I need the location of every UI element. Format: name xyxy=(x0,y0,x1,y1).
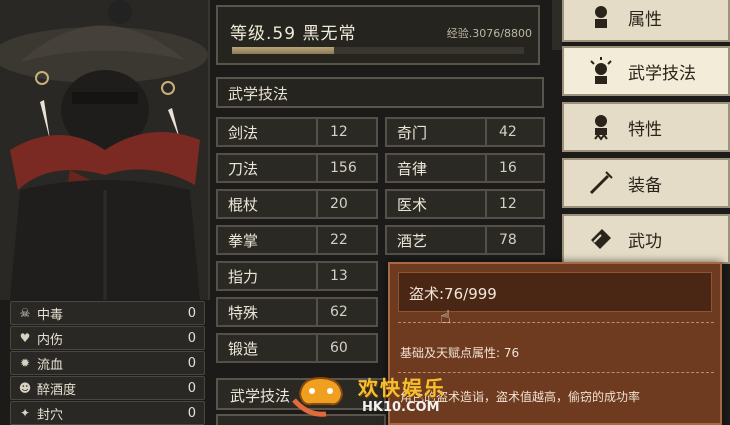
tab-label: 属性 xyxy=(628,9,662,30)
watermark-logo: 欢快娱乐 HK10.COM xyxy=(290,364,460,424)
stat-name: 音律 xyxy=(387,155,487,181)
status-label: 醉酒度 xyxy=(37,382,77,398)
status-label: 封穴 xyxy=(37,407,64,423)
stat-name: 特殊 xyxy=(218,299,318,325)
tab-label: 装备 xyxy=(628,175,662,196)
stat-fist[interactable]: 拳掌 22 xyxy=(216,225,378,255)
status-label: 流血 xyxy=(37,357,64,373)
stat-value: 78 xyxy=(499,232,517,248)
experience-bar xyxy=(232,47,524,54)
stat-value: 62 xyxy=(330,304,348,320)
status-value: 0 xyxy=(187,405,196,421)
acupoint-icon: ✦ xyxy=(19,406,31,420)
stat-name: 棍杖 xyxy=(218,191,318,217)
tab-label: 武学技法 xyxy=(628,63,696,84)
tooltip-base-attribute: 基础及天赋点属性: 76 xyxy=(400,346,520,360)
person-icon xyxy=(586,2,616,32)
stat-value: 12 xyxy=(330,124,348,140)
stat-value: 60 xyxy=(330,340,348,356)
tooltip-title: 盗术:76/999 xyxy=(398,272,712,312)
stat-name: 医术 xyxy=(387,191,487,217)
tab-traits[interactable]: 特性 xyxy=(562,102,730,152)
status-value: 0 xyxy=(187,355,196,371)
stat-medicine[interactable]: 医术 12 xyxy=(385,189,545,219)
gamepad-hand-icon xyxy=(292,376,344,417)
tab-martial-arts[interactable]: 武功 xyxy=(562,214,730,264)
stat-staff[interactable]: 棍杖 20 xyxy=(216,189,378,219)
stat-music[interactable]: 音律 16 xyxy=(385,153,545,183)
stat-name: 锻造 xyxy=(218,335,318,361)
stat-name: 指力 xyxy=(218,263,318,289)
experience-bar-fill xyxy=(232,47,335,54)
stat-value: 42 xyxy=(499,124,517,140)
person-sparkle-icon xyxy=(586,56,616,86)
stat-finger[interactable]: 指力 13 xyxy=(216,261,378,291)
stat-name: 酒艺 xyxy=(387,227,487,253)
status-effects-list: ☠ 中毒 0 ♥ 内伤 0 ✹ 流血 0 ☻ 醉酒度 0 ✦ 封穴 0 xyxy=(10,300,205,425)
book-icon xyxy=(586,224,616,254)
tab-equipment[interactable]: 装备 xyxy=(562,158,730,208)
status-value: 0 xyxy=(187,380,196,396)
status-row-sealed-acupoint: ✦ 封穴 0 xyxy=(10,401,205,425)
experience-text: 经验.3076/8800 xyxy=(446,27,532,40)
skull-icon: ☠ xyxy=(19,306,31,320)
tab-label: 特性 xyxy=(628,119,662,140)
stat-special[interactable]: 特殊 62 xyxy=(216,297,378,327)
watermark-text: 欢快娱乐 xyxy=(358,376,446,400)
tab-martial-skills[interactable]: 武学技法 xyxy=(562,46,730,96)
status-row-bleeding: ✹ 流血 0 xyxy=(10,351,205,375)
broken-heart-icon: ♥ xyxy=(19,331,31,345)
status-label: 内伤 xyxy=(37,332,64,348)
hand-cursor-icon: ☝ xyxy=(440,307,451,328)
stat-name: 剑法 xyxy=(218,119,318,145)
status-value: 0 xyxy=(187,330,196,346)
section-title: 武学技法 xyxy=(216,77,544,108)
stat-value: 22 xyxy=(330,232,348,248)
stat-qimen[interactable]: 奇门 42 xyxy=(385,117,545,147)
blood-drop-icon: ✹ xyxy=(19,356,31,370)
watermark-url: HK10.COM xyxy=(362,400,440,415)
tab-attributes[interactable]: 属性 xyxy=(562,0,730,42)
stat-wine[interactable]: 酒艺 78 xyxy=(385,225,545,255)
tab-label: 武功 xyxy=(628,231,662,252)
person-trait-icon xyxy=(586,112,616,142)
status-row-drunk: ☻ 醉酒度 0 xyxy=(10,376,205,400)
tab-divider xyxy=(552,0,562,50)
level-panel: 等级.59 黑无常 经验.3076/8800 xyxy=(216,5,540,65)
stat-value: 20 xyxy=(330,196,348,212)
status-row-poison: ☠ 中毒 0 xyxy=(10,301,205,325)
drunk-face-icon: ☻ xyxy=(18,381,32,395)
status-value: 0 xyxy=(187,305,196,321)
stat-name: 刀法 xyxy=(218,155,318,181)
stat-name: 奇门 xyxy=(387,119,487,145)
stat-name: 拳掌 xyxy=(218,227,318,253)
stat-value: 16 xyxy=(499,160,517,176)
status-row-internal-injury: ♥ 内伤 0 xyxy=(10,326,205,350)
stat-value: 12 xyxy=(499,196,517,212)
status-label: 中毒 xyxy=(37,307,64,323)
stat-blade[interactable]: 刀法 156 xyxy=(216,153,378,183)
stat-value: 13 xyxy=(330,268,348,284)
stat-sword[interactable]: 剑法 12 xyxy=(216,117,378,147)
sword-icon xyxy=(586,168,616,198)
character-portrait xyxy=(0,0,210,300)
level-title: 等级.59 黑无常 xyxy=(230,24,357,44)
stat-value: 156 xyxy=(330,160,357,176)
stat-forging[interactable]: 锻造 60 xyxy=(216,333,378,363)
